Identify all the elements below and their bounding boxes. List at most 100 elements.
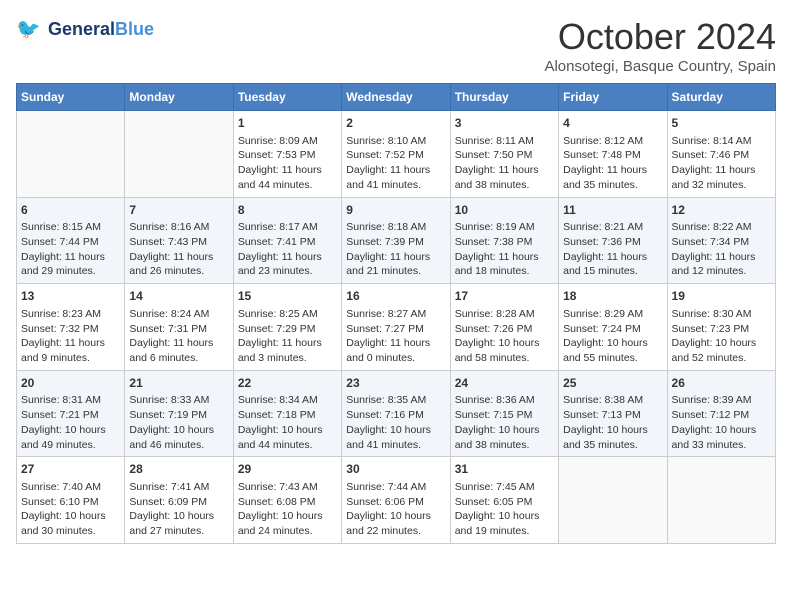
daylight-text: Daylight: 11 hours and 29 minutes. <box>21 250 120 279</box>
sunrise-text: Sunrise: 8:14 AM <box>672 134 771 149</box>
day-number: 20 <box>21 375 120 392</box>
svg-text:🐦: 🐦 <box>16 19 40 41</box>
day-number: 31 <box>455 461 554 478</box>
daylight-text: Daylight: 10 hours and 35 minutes. <box>563 423 662 452</box>
sunrise-text: Sunrise: 7:43 AM <box>238 480 337 495</box>
calendar-table: SundayMondayTuesdayWednesdayThursdayFrid… <box>16 83 776 544</box>
daylight-text: Daylight: 10 hours and 19 minutes. <box>455 509 554 538</box>
day-number: 24 <box>455 375 554 392</box>
calendar-cell: 16Sunrise: 8:27 AMSunset: 7:27 PMDayligh… <box>342 284 450 371</box>
logo-text: GeneralBlue <box>48 20 154 40</box>
sunrise-text: Sunrise: 8:33 AM <box>129 393 228 408</box>
sunrise-text: Sunrise: 8:34 AM <box>238 393 337 408</box>
daylight-text: Daylight: 11 hours and 32 minutes. <box>672 163 771 192</box>
daylight-text: Daylight: 11 hours and 15 minutes. <box>563 250 662 279</box>
day-number: 17 <box>455 288 554 305</box>
daylight-text: Daylight: 10 hours and 24 minutes. <box>238 509 337 538</box>
calendar-cell: 10Sunrise: 8:19 AMSunset: 7:38 PMDayligh… <box>450 197 558 284</box>
day-number: 19 <box>672 288 771 305</box>
sunrise-text: Sunrise: 8:15 AM <box>21 220 120 235</box>
day-number: 28 <box>129 461 228 478</box>
sunrise-text: Sunrise: 8:35 AM <box>346 393 445 408</box>
day-number: 4 <box>563 115 662 132</box>
sunset-text: Sunset: 7:36 PM <box>563 235 662 250</box>
calendar-cell: 30Sunrise: 7:44 AMSunset: 6:06 PMDayligh… <box>342 457 450 544</box>
calendar-cell <box>667 457 775 544</box>
sunset-text: Sunset: 7:24 PM <box>563 322 662 337</box>
day-header: Saturday <box>667 84 775 111</box>
daylight-text: Daylight: 11 hours and 12 minutes. <box>672 250 771 279</box>
daylight-text: Daylight: 11 hours and 0 minutes. <box>346 336 445 365</box>
calendar-cell: 6Sunrise: 8:15 AMSunset: 7:44 PMDaylight… <box>17 197 125 284</box>
sunset-text: Sunset: 7:27 PM <box>346 322 445 337</box>
sunrise-text: Sunrise: 7:45 AM <box>455 480 554 495</box>
sunrise-text: Sunrise: 8:29 AM <box>563 307 662 322</box>
day-number: 13 <box>21 288 120 305</box>
daylight-text: Daylight: 10 hours and 30 minutes. <box>21 509 120 538</box>
daylight-text: Daylight: 11 hours and 6 minutes. <box>129 336 228 365</box>
sunset-text: Sunset: 7:43 PM <box>129 235 228 250</box>
day-number: 8 <box>238 202 337 219</box>
month-title: October 2024 <box>544 16 776 58</box>
calendar-cell: 11Sunrise: 8:21 AMSunset: 7:36 PMDayligh… <box>559 197 667 284</box>
daylight-text: Daylight: 10 hours and 22 minutes. <box>346 509 445 538</box>
sunset-text: Sunset: 7:39 PM <box>346 235 445 250</box>
day-number: 25 <box>563 375 662 392</box>
calendar-cell: 8Sunrise: 8:17 AMSunset: 7:41 PMDaylight… <box>233 197 341 284</box>
sunrise-text: Sunrise: 8:31 AM <box>21 393 120 408</box>
day-number: 3 <box>455 115 554 132</box>
daylight-text: Daylight: 10 hours and 58 minutes. <box>455 336 554 365</box>
sunset-text: Sunset: 7:48 PM <box>563 148 662 163</box>
day-number: 12 <box>672 202 771 219</box>
day-number: 30 <box>346 461 445 478</box>
sunset-text: Sunset: 7:46 PM <box>672 148 771 163</box>
sunset-text: Sunset: 7:23 PM <box>672 322 771 337</box>
title-block: October 2024 Alonsotegi, Basque Country,… <box>544 16 776 75</box>
daylight-text: Daylight: 11 hours and 18 minutes. <box>455 250 554 279</box>
daylight-text: Daylight: 11 hours and 23 minutes. <box>238 250 337 279</box>
sunrise-text: Sunrise: 7:41 AM <box>129 480 228 495</box>
day-number: 5 <box>672 115 771 132</box>
calendar-cell: 7Sunrise: 8:16 AMSunset: 7:43 PMDaylight… <box>125 197 233 284</box>
calendar-cell: 21Sunrise: 8:33 AMSunset: 7:19 PMDayligh… <box>125 370 233 457</box>
daylight-text: Daylight: 10 hours and 38 minutes. <box>455 423 554 452</box>
day-header: Tuesday <box>233 84 341 111</box>
sunrise-text: Sunrise: 8:19 AM <box>455 220 554 235</box>
location: Alonsotegi, Basque Country, Spain <box>544 58 776 75</box>
calendar-cell: 20Sunrise: 8:31 AMSunset: 7:21 PMDayligh… <box>17 370 125 457</box>
sunset-text: Sunset: 7:12 PM <box>672 408 771 423</box>
calendar-week: 1Sunrise: 8:09 AMSunset: 7:53 PMDaylight… <box>17 111 776 198</box>
sunrise-text: Sunrise: 8:12 AM <box>563 134 662 149</box>
day-number: 14 <box>129 288 228 305</box>
calendar-cell: 25Sunrise: 8:38 AMSunset: 7:13 PMDayligh… <box>559 370 667 457</box>
daylight-text: Daylight: 11 hours and 41 minutes. <box>346 163 445 192</box>
day-number: 26 <box>672 375 771 392</box>
day-number: 11 <box>563 202 662 219</box>
page-header: 🐦 GeneralBlue October 2024 Alonsotegi, B… <box>16 16 776 75</box>
sunset-text: Sunset: 7:16 PM <box>346 408 445 423</box>
day-header: Friday <box>559 84 667 111</box>
sunrise-text: Sunrise: 8:11 AM <box>455 134 554 149</box>
calendar-cell: 9Sunrise: 8:18 AMSunset: 7:39 PMDaylight… <box>342 197 450 284</box>
calendar-cell <box>559 457 667 544</box>
day-number: 22 <box>238 375 337 392</box>
daylight-text: Daylight: 10 hours and 49 minutes. <box>21 423 120 452</box>
daylight-text: Daylight: 10 hours and 46 minutes. <box>129 423 228 452</box>
calendar-cell: 31 Sunrise: 7:45 AMSunset: 6:05 PMDayligh… <box>450 457 558 544</box>
calendar-cell: 24Sunrise: 8:36 AMSunset: 7:15 PMDayligh… <box>450 370 558 457</box>
day-number: 9 <box>346 202 445 219</box>
sunset-text: Sunset: 7:21 PM <box>21 408 120 423</box>
sunrise-text: Sunrise: 8:09 AM <box>238 134 337 149</box>
day-header: Sunday <box>17 84 125 111</box>
daylight-text: Daylight: 11 hours and 21 minutes. <box>346 250 445 279</box>
sunset-text: Sunset: 7:29 PM <box>238 322 337 337</box>
sunrise-text: Sunrise: 8:38 AM <box>563 393 662 408</box>
day-header: Monday <box>125 84 233 111</box>
sunset-text: Sunset: 7:38 PM <box>455 235 554 250</box>
sunset-text: Sunset: 6:05 PM <box>455 495 554 510</box>
sunset-text: Sunset: 6:06 PM <box>346 495 445 510</box>
sunrise-text: Sunrise: 8:21 AM <box>563 220 662 235</box>
daylight-text: Daylight: 11 hours and 9 minutes. <box>21 336 120 365</box>
calendar-cell: 4Sunrise: 8:12 AMSunset: 7:48 PMDaylight… <box>559 111 667 198</box>
sunrise-text: Sunrise: 8:27 AM <box>346 307 445 322</box>
